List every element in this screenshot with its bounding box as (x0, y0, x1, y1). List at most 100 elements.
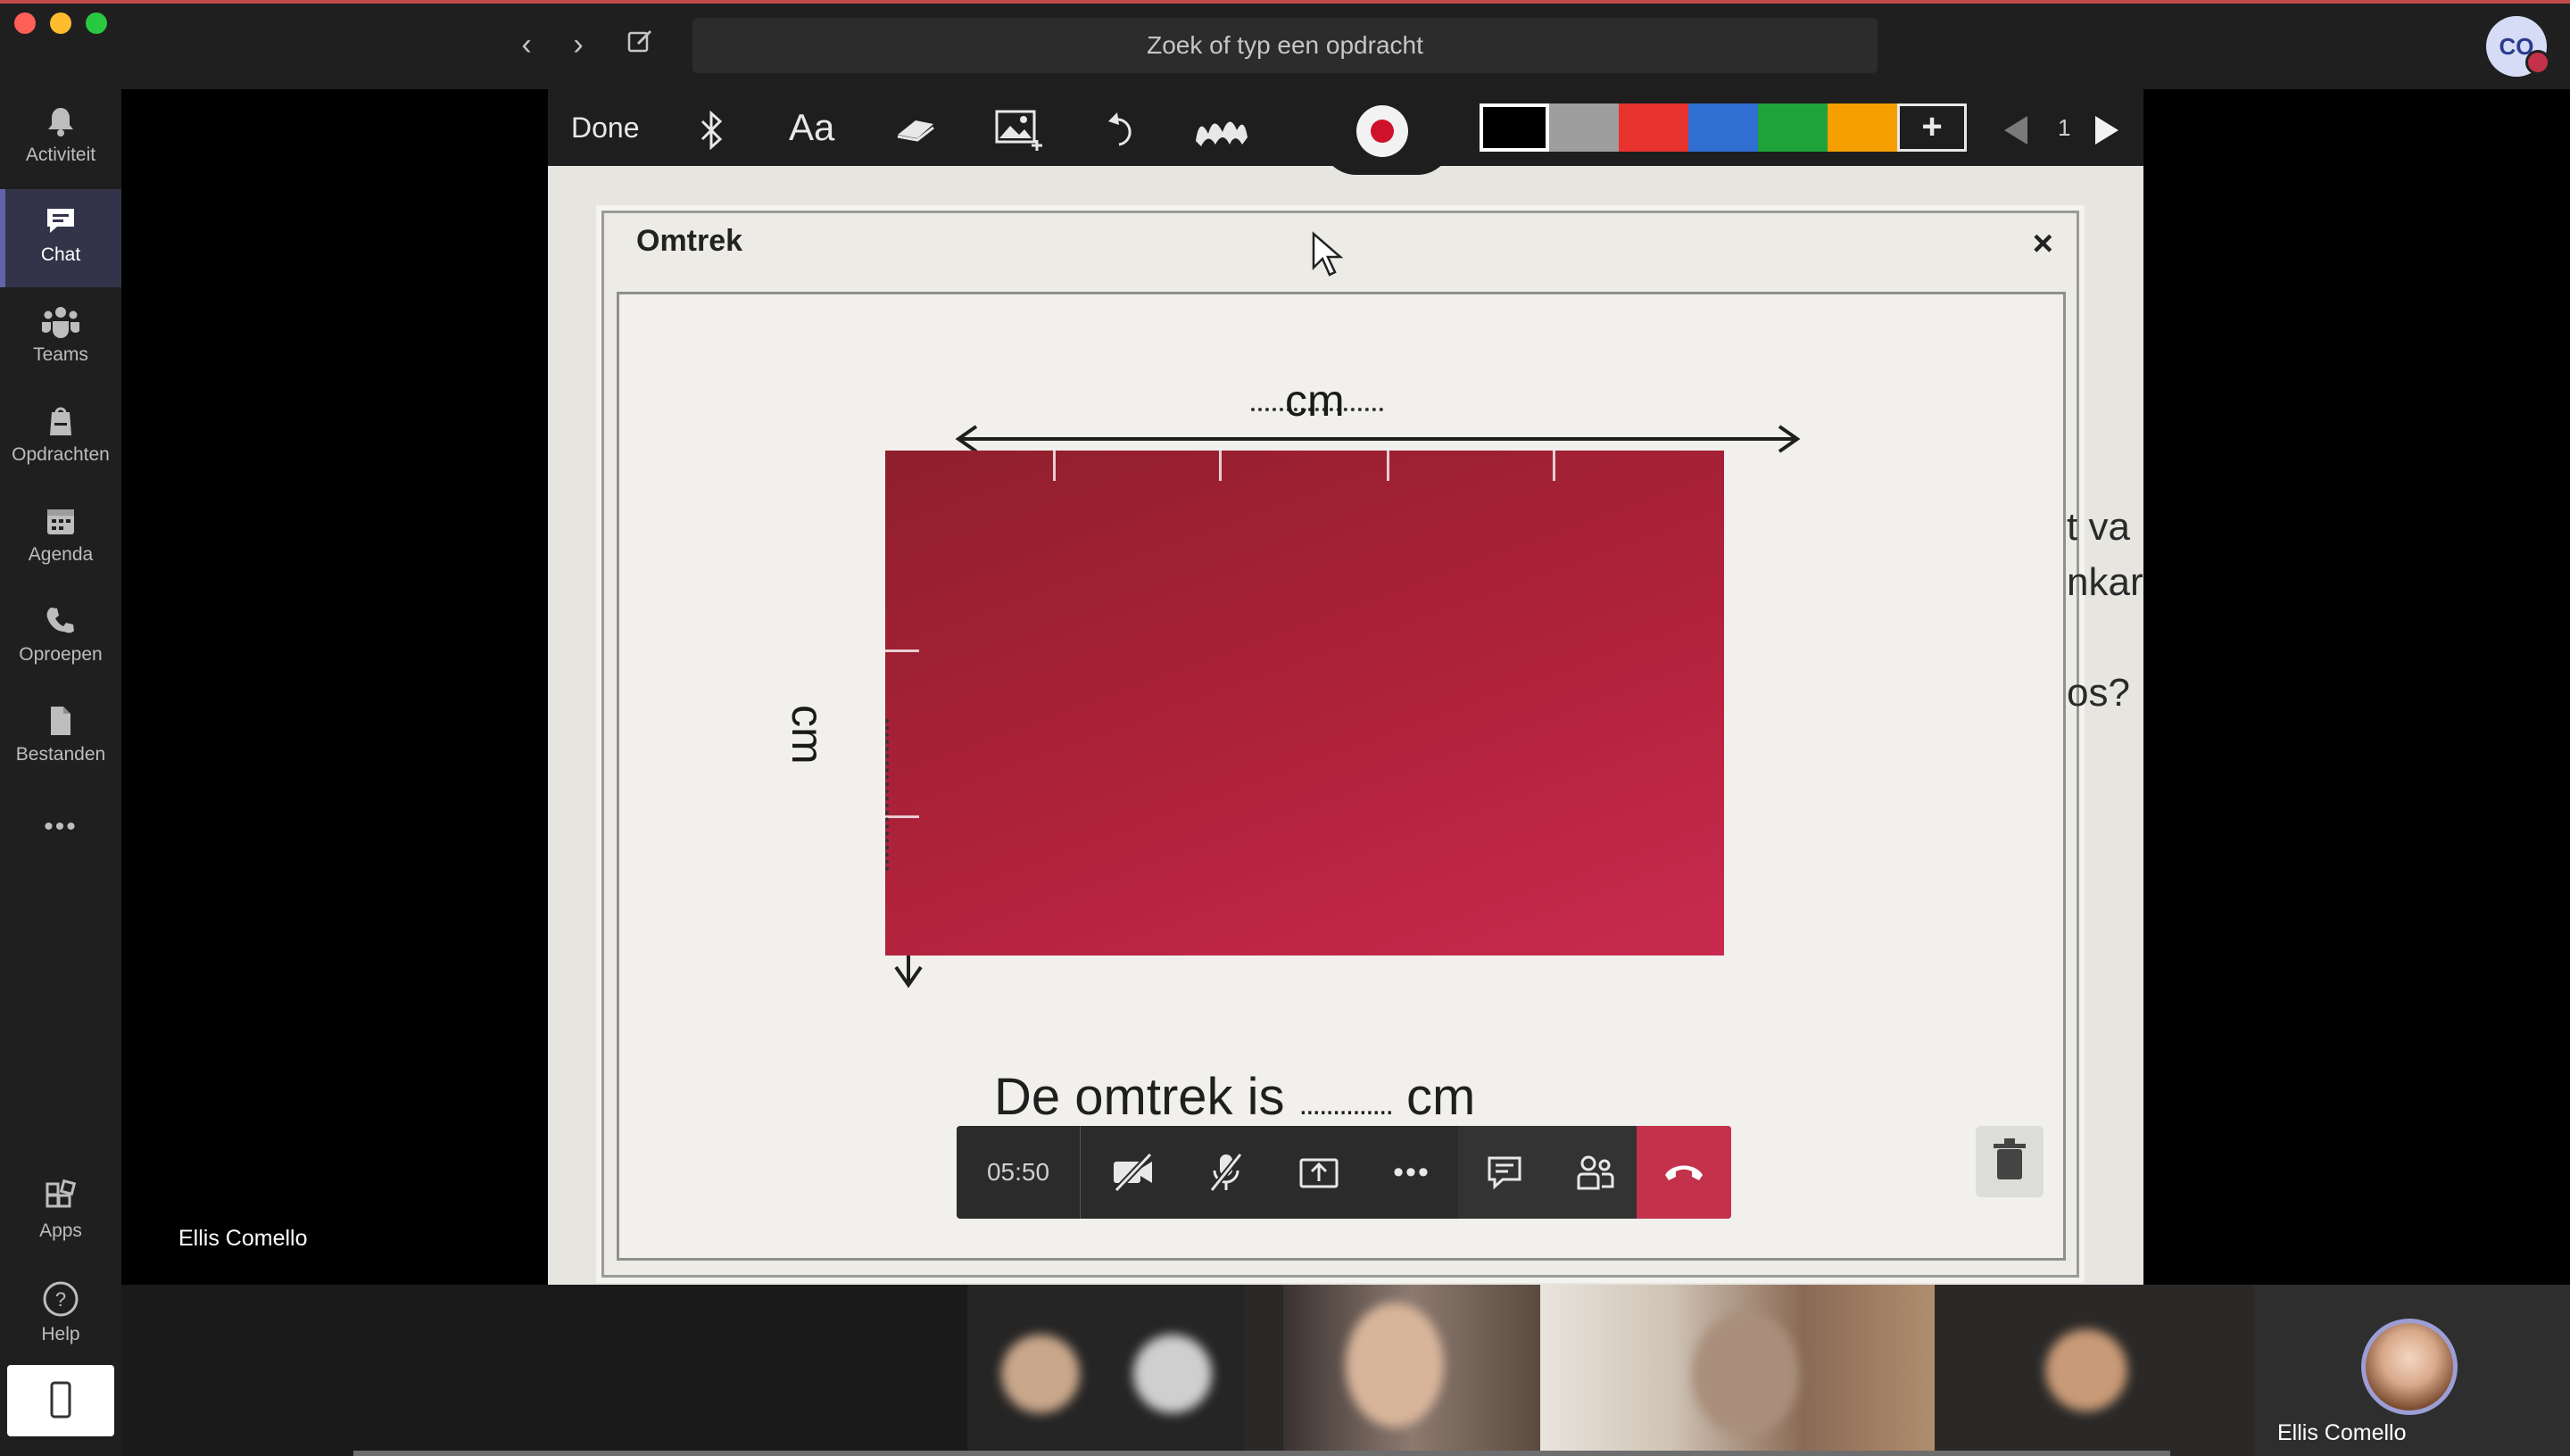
hang-up-icon (1665, 1165, 1703, 1180)
more-apps-button[interactable]: ••• (0, 803, 121, 856)
background-text-snippet: t va nkar os? (2067, 500, 2143, 721)
rectangle-tick (1553, 451, 1555, 481)
busy-status-icon (2525, 50, 2550, 75)
camera-off-icon (1114, 1153, 1153, 1192)
minimize-window-button[interactable] (50, 12, 71, 34)
rail-item-label: Teams (33, 344, 88, 365)
rail-item-chat[interactable]: Chat (0, 189, 121, 287)
perimeter-prefix: De omtrek is (994, 1068, 1285, 1126)
participant-tile[interactable] (1935, 1285, 2258, 1456)
rail-item-label: Oproepen (19, 644, 103, 665)
participant-video (1692, 1311, 1799, 1436)
red-rectangle (885, 451, 1724, 956)
file-icon (51, 707, 70, 735)
rectangle-tick (1387, 451, 1389, 481)
participant-video-tile[interactable] (1283, 1285, 1540, 1456)
snippet-line: nkar (2067, 560, 2143, 604)
bell-icon (48, 108, 73, 136)
presenter-name-label: Ellis Comello (178, 1226, 308, 1251)
share-screen-button[interactable] (1273, 1126, 1365, 1219)
participant-strip (121, 1285, 2570, 1456)
calendar-icon (47, 509, 74, 534)
apps-icon (46, 1179, 77, 1208)
device-button[interactable] (7, 1365, 114, 1436)
more-icon: ••• (44, 812, 78, 841)
participant-video-tile[interactable] (1540, 1285, 1935, 1456)
self-tile[interactable]: Ellis Comello (2254, 1285, 2570, 1456)
perimeter-question: De omtrek is .............. cm (994, 1067, 1475, 1127)
mic-off-icon (1209, 1152, 1243, 1193)
rail-item-label: Bestanden (15, 744, 106, 765)
rectangle-tick (885, 815, 919, 818)
rail-item-label: Agenda (28, 544, 94, 565)
phone-icon (46, 608, 74, 633)
assignments-icon (50, 407, 71, 435)
participant-tile[interactable] (967, 1285, 1101, 1456)
rail-item-label: Opdrachten (12, 444, 110, 465)
camera-off-button[interactable] (1087, 1126, 1180, 1219)
strip-empty-area (121, 1285, 967, 1456)
teams-icon (42, 307, 79, 338)
back-icon[interactable]: ‹ (509, 27, 544, 62)
avatar[interactable]: CO (2486, 16, 2550, 77)
height-answer-blank (885, 719, 889, 871)
rail-item-opdrachten[interactable]: Opdrachten (0, 389, 121, 487)
horizontal-scrollbar[interactable] (353, 1451, 2170, 1456)
mouse-cursor-icon (1312, 231, 1344, 277)
participant-avatar (2045, 1329, 2127, 1411)
participant-video (1346, 1303, 1444, 1427)
rail-item-oproepen[interactable]: Oproepen (0, 589, 121, 687)
show-conversation-button[interactable] (1458, 1126, 1551, 1219)
perimeter-blank: .............. (1298, 1088, 1394, 1121)
shared-screen: Done Aa + 1 Omtrek × cm cm De omtrek is … (548, 89, 2143, 1285)
rail-item-label: Apps (39, 1220, 82, 1241)
help-icon: ? (43, 1281, 79, 1317)
chat-icon (47, 209, 74, 233)
rail-item-agenda[interactable]: Agenda (0, 489, 121, 587)
hang-up-button[interactable] (1637, 1126, 1731, 1219)
title-bar: ‹ › Zoek of typ een opdracht CO (0, 0, 2570, 89)
rail-item-label: Help (41, 1324, 80, 1344)
snippet-line: os? (2067, 671, 2130, 715)
participant-avatar (1133, 1335, 1212, 1413)
more-actions-button[interactable]: ••• (1365, 1126, 1458, 1219)
maximize-window-button[interactable] (86, 12, 107, 34)
rectangle-tick (1053, 451, 1056, 481)
mute-button[interactable] (1180, 1126, 1273, 1219)
rail-item-teams[interactable]: Teams (0, 289, 121, 387)
show-participants-button[interactable] (1549, 1126, 1642, 1219)
share-tray-icon (1299, 1158, 1339, 1188)
close-window-button[interactable] (14, 12, 36, 34)
rail-item-apps[interactable]: Apps (0, 1165, 121, 1263)
mobile-device-icon (50, 1381, 71, 1419)
rail-item-label: Chat (40, 244, 81, 265)
width-unit-label: cm (1285, 376, 1345, 426)
snippet-line: t va (2067, 505, 2130, 549)
accent-line (0, 0, 2570, 4)
rail-item-help[interactable]: ? Help (0, 1265, 121, 1363)
trash-icon (1994, 1138, 2026, 1179)
rectangle-tick (885, 649, 919, 652)
participants-icon (1577, 1155, 1614, 1190)
snippet-line (2067, 610, 2143, 666)
more-icon: ••• (1393, 1154, 1430, 1189)
self-avatar (2361, 1319, 2458, 1415)
forward-icon[interactable]: › (560, 27, 596, 62)
call-timer: 05:50 (957, 1126, 1081, 1219)
participant-tile[interactable] (1101, 1285, 1244, 1456)
rectangle-tick (1219, 451, 1222, 481)
svg-text:?: ? (55, 1288, 66, 1311)
conversation-icon (1488, 1156, 1521, 1190)
rail-item-label: Activiteit (25, 145, 96, 165)
participant-avatar (1001, 1335, 1080, 1413)
app-rail: Activiteit Chat Teams Opdrachten Agenda … (0, 89, 121, 1456)
rail-item-bestanden[interactable]: Bestanden (0, 689, 121, 787)
search-input[interactable]: Zoek of typ een opdracht (692, 18, 1878, 73)
self-name-label: Ellis Comello (2277, 1420, 2407, 1445)
compose-icon[interactable] (623, 27, 659, 62)
rail-item-activiteit[interactable]: Activiteit (0, 89, 121, 187)
height-unit-label: cm (783, 705, 833, 765)
call-controls: 05:50 ••• (957, 1126, 1731, 1219)
perimeter-unit: cm (1406, 1068, 1476, 1126)
trash-button[interactable] (1976, 1126, 2044, 1197)
